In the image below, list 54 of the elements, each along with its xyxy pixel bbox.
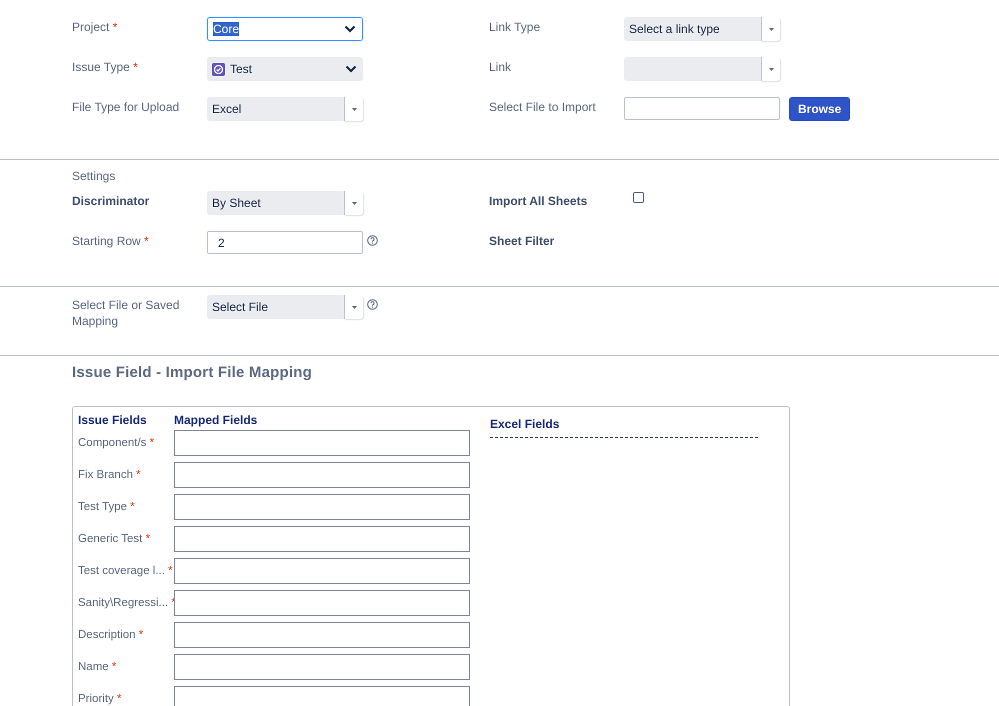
input-field[interactable]	[174, 622, 470, 648]
column-header: Excel Fields	[490, 417, 560, 431]
browse-button[interactable]: Browse	[789, 97, 850, 121]
field-label: Select File or Saved Mapping	[72, 297, 180, 329]
field-label: Link	[489, 59, 512, 75]
field-label: Starting Row *	[72, 233, 150, 249]
help-icon[interactable]	[367, 299, 378, 310]
dropdown-field[interactable]: Select File	[207, 295, 363, 319]
field-label: Link Type	[489, 19, 542, 35]
select-field[interactable]: Core	[207, 17, 363, 41]
dropdown-field[interactable]: Excel	[207, 97, 363, 121]
section-heading: Settings	[72, 169, 116, 183]
field-label: Component/s *	[78, 437, 156, 449]
dropdown-field[interactable]: By Sheet	[207, 191, 363, 215]
column-header: Issue Fields	[78, 413, 148, 427]
field-label: Discriminator	[72, 193, 150, 209]
caret-icon	[352, 306, 356, 308]
checkbox[interactable]	[633, 192, 644, 203]
dropdown-field[interactable]: Select a link type	[624, 17, 780, 41]
field-label: Select File to Import	[489, 99, 597, 115]
field-label: Import All Sheets	[489, 193, 588, 209]
input-field[interactable]	[174, 654, 470, 680]
input-field[interactable]	[174, 526, 470, 552]
field-label: Issue Type *	[72, 59, 139, 75]
field-label: Test coverage l... *	[78, 565, 174, 577]
help-icon[interactable]	[367, 235, 378, 246]
chevron-icon	[344, 25, 356, 33]
section-title: Issue Field - Import File Mapping	[72, 364, 313, 381]
input-field[interactable]	[174, 590, 470, 616]
field-label: Generic Test *	[78, 533, 152, 545]
caret-icon	[352, 108, 356, 110]
field-label: File Type for Upload	[72, 99, 180, 115]
caret-icon	[352, 202, 356, 204]
column-header: Mapped Fields	[174, 413, 258, 427]
field-label: Project *	[72, 19, 118, 35]
checkmark-icon	[212, 62, 225, 76]
select-field[interactable]: Test	[207, 57, 363, 81]
input-field[interactable]	[174, 430, 470, 456]
file-field[interactable]	[624, 97, 780, 120]
dropdown-field[interactable]	[624, 57, 780, 81]
field-label: Description *	[78, 629, 144, 641]
chevron-icon	[345, 65, 357, 73]
input-field[interactable]	[174, 494, 470, 520]
field-label: Name *	[78, 661, 118, 673]
input-field[interactable]: 2	[207, 231, 363, 254]
input-field[interactable]	[174, 558, 470, 584]
field-label: Priority *	[78, 693, 122, 705]
caret-icon	[768, 68, 774, 70]
input-field[interactable]	[174, 462, 470, 488]
caret-icon	[768, 28, 774, 30]
input-field[interactable]	[174, 686, 470, 706]
field-label: Test Type *	[78, 501, 136, 513]
field-label: Fix Branch *	[78, 469, 142, 481]
field-label: Sheet Filter	[489, 233, 556, 249]
